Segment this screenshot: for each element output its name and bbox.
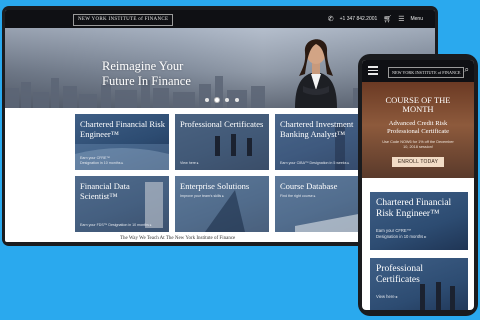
mobile-card-cfre[interactable]: Chartered Financial Risk Engineer™ Earn … (370, 192, 468, 250)
mobile-hero-banner: COURSE OF THE MONTH Advanced Credit Risk… (362, 82, 474, 178)
mobile-hero-heading: COURSE OF THE MONTH (362, 96, 474, 114)
hero-carousel-dots (205, 98, 239, 102)
mobile-card-professional-certificates[interactable]: Professional Certificates View here ▸ (370, 258, 468, 310)
hero-heading-line-2: MONTH (402, 104, 434, 114)
hero-title-line-1: Reimagine Your (102, 59, 184, 73)
promo-line-2: 10, 2018 session! (403, 145, 433, 149)
mobile-top-nav: NEW YORK INSTITUTE of FINANCE ⌕ (362, 60, 474, 82)
mobile-hero-certificate: Advanced Credit Risk Professional Certif… (362, 120, 474, 136)
card-title: Chartered Financial Risk Engineer™ (376, 198, 452, 219)
search-icon[interactable]: ⌕ (465, 65, 469, 75)
desktop-phone-number[interactable]: +1 347 842.2001 (340, 16, 378, 22)
desktop-top-nav: NEW YORK INSTITUTE of FINANCE ✆ +1 347 8… (5, 10, 435, 28)
carousel-dot[interactable] (205, 98, 209, 102)
cart-icon[interactable]: 🛒︎ (383, 15, 392, 23)
card-enterprise-solutions[interactable]: Enterprise Solutions Improve your team's… (175, 176, 269, 232)
card-title: Chartered Investment Banking Analyst™ (280, 119, 354, 139)
card-course-database[interactable]: Course Database Find the right course ▸ (275, 176, 369, 232)
desktop-logo[interactable]: NEW YORK INSTITUTE of FINANCE (73, 14, 174, 26)
card-sub-line[interactable]: Designation in 10 months ▸ (376, 234, 427, 240)
cert-line-2: Professional Certificate (386, 128, 450, 135)
card-subtitle: Earn your CFRE™ Designation in 10 months… (80, 156, 123, 166)
hamburger-menu-icon[interactable] (368, 66, 378, 77)
mobile-promo-text: Use Code NOW6 for 1% off the December 10… (362, 140, 474, 150)
card-title: Chartered Financial Risk Engineer™ (80, 119, 165, 139)
desktop-program-grid: Chartered Financial Risk Engineer™ Earn … (75, 114, 375, 232)
card-fds[interactable]: Financial Data Scientist™ Earn your FDS™… (75, 176, 169, 232)
card-professional-certificates[interactable]: Professional Certificates View here ▸ (175, 114, 269, 170)
card-title: Professional Certificates (180, 119, 264, 129)
card-title: Professional Certificates (376, 264, 423, 285)
mobile-screen: NEW YORK INSTITUTE of FINANCE ⌕ COURSE O… (362, 60, 474, 310)
card-title: Enterprise Solutions (180, 181, 250, 191)
card-subtitle[interactable]: Improve your team's skills ▸ (180, 194, 224, 199)
card-sub-line[interactable]: Designation in 10 months ▸ (80, 161, 123, 166)
card-subtitle[interactable]: View here ▸ (180, 161, 199, 166)
mobile-device-frame: NEW YORK INSTITUTE of FINANCE ⌕ COURSE O… (358, 54, 478, 316)
enroll-today-button[interactable]: ENROLL TODAY (391, 157, 445, 167)
hero-woman-photo (295, 39, 337, 108)
desktop-nav-right: ✆ +1 347 842.2001 🛒︎ ☰ Menu (328, 10, 423, 28)
desktop-hero-title: Reimagine Your Future In Finance (102, 59, 191, 89)
card-subtitle[interactable]: Earn your CIBA™ Designation in 5 weeks ▸ (280, 161, 349, 166)
card-ciba[interactable]: Chartered Investment Banking Analyst™ Ea… (275, 114, 369, 170)
card-title: Course Database (280, 181, 338, 191)
phone-icon: ✆ (327, 16, 334, 23)
desktop-section-heading: The Way We Teach At The New York Institu… (120, 236, 236, 241)
card-cfre[interactable]: Chartered Financial Risk Engineer™ Earn … (75, 114, 169, 170)
desktop-menu-label[interactable]: Menu (410, 16, 423, 22)
card-sub-line[interactable]: View here ▸ (376, 294, 398, 300)
card-subtitle[interactable]: Find the right course ▸ (280, 194, 316, 199)
carousel-dot-active[interactable] (215, 98, 219, 102)
card-subtitle[interactable]: Earn your FDS™ Designation in 10 months … (80, 223, 152, 228)
carousel-dot[interactable] (235, 98, 239, 102)
mobile-logo[interactable]: NEW YORK INSTITUTE of FINANCE (388, 67, 465, 78)
menu-icon[interactable]: ☰ (398, 15, 404, 23)
cert-line-1: Advanced Credit Risk (388, 120, 448, 127)
hero-title-line-2: Future In Finance (102, 74, 191, 88)
carousel-dot[interactable] (225, 98, 229, 102)
card-title: Financial Data Scientist™ (80, 181, 130, 201)
